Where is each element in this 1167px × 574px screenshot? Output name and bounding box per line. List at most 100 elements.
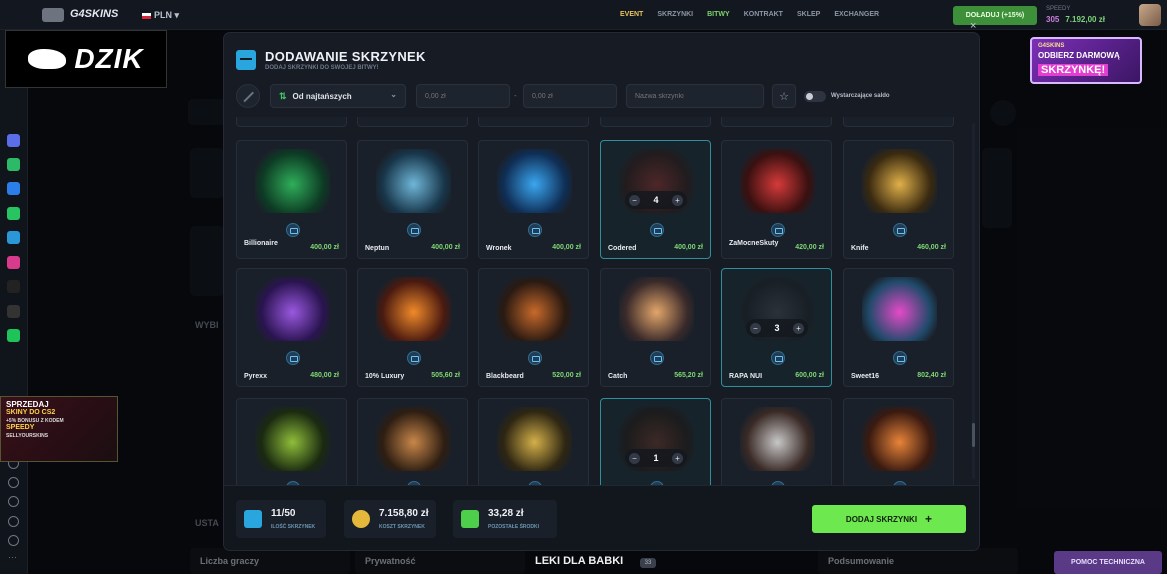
sufficient-balance-toggle[interactable] [804, 91, 826, 102]
case-preview-icon[interactable] [528, 351, 542, 365]
case-preview-icon[interactable] [650, 351, 664, 365]
case-preview-icon[interactable] [771, 223, 785, 237]
grid-scrollbar[interactable] [972, 123, 975, 479]
case-image [255, 407, 330, 471]
case-name: Knife [851, 245, 869, 252]
clock-icon[interactable] [8, 477, 19, 488]
case-card[interactable] [721, 398, 832, 485]
tiktok-icon[interactable] [7, 280, 20, 293]
case-card-partial[interactable] [478, 117, 589, 127]
case-card[interactable]: Neptun 400,00 zł [357, 140, 468, 259]
case-card[interactable]: Pyrexx 480,00 zł [236, 268, 347, 387]
messenger-icon[interactable] [7, 182, 20, 195]
case-name-search[interactable] [626, 84, 764, 108]
increase-button[interactable]: + [792, 322, 804, 334]
case-card-partial[interactable] [357, 117, 468, 127]
case-preview-icon[interactable] [528, 223, 542, 237]
add-cases-button[interactable]: DODAJ SKRZYNKI + [812, 505, 966, 533]
site-logo-icon[interactable] [42, 8, 64, 22]
decrease-button[interactable]: − [750, 322, 761, 334]
promo-line: SKINY DO CS2 [6, 409, 56, 416]
case-card-partial[interactable] [236, 117, 347, 127]
coins-icon [352, 510, 370, 528]
quantity-value: 3 [774, 323, 780, 333]
case-card-partial[interactable] [721, 117, 832, 127]
telegram-icon[interactable] [7, 231, 20, 244]
case-name: RAPA NUI [729, 373, 763, 380]
decrease-button[interactable]: − [629, 194, 640, 206]
case-card[interactable]: − 3 + RAPA NUI 600,00 zł [721, 268, 832, 387]
nav-item-2[interactable]: BITWY [707, 11, 730, 18]
nav-item-4[interactable]: SKLEP [797, 11, 820, 18]
increase-button[interactable]: + [671, 452, 683, 464]
instagram-icon[interactable] [7, 256, 20, 269]
sort-dropdown[interactable]: ⇅ Od najtańszych ⌄ [270, 84, 406, 108]
nav-item-3[interactable]: KONTRAKT [744, 11, 783, 18]
nav-item-1[interactable]: SKRZYNKI [657, 11, 693, 18]
decrease-button[interactable]: − [629, 452, 640, 464]
site-logo[interactable]: G4SKINS [70, 8, 118, 20]
increase-button[interactable]: + [671, 194, 683, 206]
sell-skins-promo[interactable]: SPRZEDAJ SKINY DO CS2 +5% BONUSU Z KODEM… [0, 396, 118, 462]
clear-filters-button[interactable] [236, 84, 260, 108]
case-card[interactable] [236, 398, 347, 485]
close-modal-button[interactable]: × [970, 20, 976, 32]
case-preview-icon[interactable] [286, 351, 300, 365]
balance-display: 305 7.192,00 zł [1046, 15, 1105, 24]
case-preview-icon[interactable] [893, 223, 907, 237]
quantity-value: 1 [653, 453, 659, 463]
more-icon[interactable]: ··· [8, 553, 19, 565]
case-card[interactable]: − 1 + [600, 398, 711, 485]
case-preview-icon[interactable] [771, 351, 785, 365]
download-icon[interactable] [8, 496, 19, 507]
case-card[interactable]: Wronek 400,00 zł [478, 140, 589, 259]
spotify-icon[interactable] [7, 329, 20, 342]
add-cases-label: DODAJ SKRZYNKI [845, 514, 918, 524]
x-icon[interactable] [7, 305, 20, 318]
nav-item-5[interactable]: EXCHANGER [834, 11, 879, 18]
case-card[interactable]: Sweet16 802,40 zł [843, 268, 954, 387]
case-card-partial[interactable] [600, 117, 711, 127]
settings-icon[interactable] [8, 535, 19, 546]
currency-selector[interactable]: PLN ▾ [142, 10, 179, 21]
case-card[interactable]: Blackbeard 520,00 zł [478, 268, 589, 387]
star-icon: ☆ [779, 90, 789, 103]
case-preview-icon[interactable] [407, 351, 421, 365]
case-card[interactable]: − 4 + Codered 400,00 zł [600, 140, 711, 259]
case-card[interactable]: Catch 565,20 zł [600, 268, 711, 387]
help-button[interactable]: POMOC TECHNICZNA [1054, 551, 1162, 574]
nav-item-0[interactable]: EVENT [620, 11, 643, 18]
case-image [376, 407, 451, 471]
case-card-partial[interactable] [843, 117, 954, 127]
case-preview-icon[interactable] [650, 223, 664, 237]
case-card[interactable]: Billionaire 400,00 zł [236, 140, 347, 259]
chat-icon[interactable] [7, 134, 20, 147]
case-card[interactable]: 10% Luxury 505,60 zł [357, 268, 468, 387]
case-card[interactable]: Knife 460,00 zł [843, 140, 954, 259]
box-icon[interactable] [8, 516, 19, 527]
case-price: 802,40 zł [917, 372, 946, 379]
case-preview-icon[interactable] [893, 351, 907, 365]
modal-footer: 11/50 ILOŚĆ SKRZYNEK 7.158,80 zł KOSZT S… [224, 485, 979, 550]
max-price-input[interactable] [523, 84, 617, 108]
wallet-icon [461, 510, 479, 528]
chat-bubble-icon[interactable] [7, 158, 20, 171]
stat-value: 33,28 zł [488, 508, 524, 519]
case-card[interactable] [843, 398, 954, 485]
case-card[interactable] [478, 398, 589, 485]
case-name: Neptun [365, 245, 390, 252]
stat-label: ILOŚĆ SKRZYNEK [271, 524, 316, 530]
quantity-stepper: − 4 + [625, 191, 687, 209]
whatsapp-icon[interactable] [7, 207, 20, 220]
case-preview-icon[interactable] [286, 223, 300, 237]
case-card[interactable] [357, 398, 468, 485]
user-avatar[interactable] [1139, 4, 1161, 26]
deposit-button[interactable]: DOŁADUJ (+15%) [953, 6, 1037, 25]
case-card[interactable]: ZaMocneSkuty 420,00 zł [721, 140, 832, 259]
min-price-input[interactable] [416, 84, 510, 108]
free-case-promo[interactable]: G4SKINS ODBIERZ DARMOWĄ SKRZYNKĘ! [1030, 37, 1142, 84]
case-image [376, 149, 451, 213]
favorites-button[interactable]: ☆ [772, 84, 796, 108]
case-preview-icon[interactable] [407, 223, 421, 237]
case-image [619, 277, 694, 341]
